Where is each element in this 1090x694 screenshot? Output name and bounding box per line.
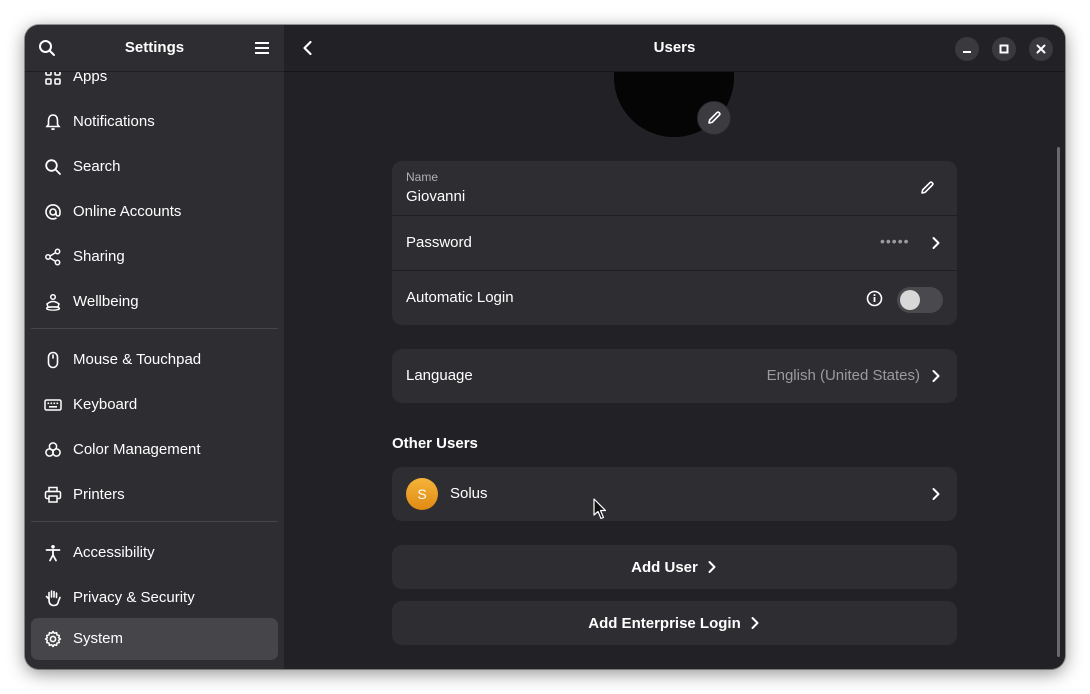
sidebar-item-printers[interactable]: Printers — [31, 474, 278, 516]
apps-icon — [45, 72, 61, 85]
sidebar-item-accessibility[interactable]: Accessibility — [31, 532, 278, 574]
sidebar-item-label: Printers — [73, 486, 125, 503]
add-user-button[interactable]: Add User — [392, 545, 957, 589]
gear-icon — [44, 630, 62, 648]
keyboard-icon — [44, 399, 62, 411]
chevron-right-icon — [932, 488, 940, 500]
user-row[interactable]: S Solus — [392, 467, 957, 521]
sidebar-item-apps[interactable]: Apps — [31, 72, 278, 98]
wellbeing-icon — [45, 293, 61, 311]
close-button[interactable] — [1029, 37, 1053, 61]
sidebar-item-wellbeing[interactable]: Wellbeing — [31, 281, 278, 323]
sidebar-title: Settings — [124, 39, 185, 56]
close-icon — [1036, 44, 1046, 54]
name-label: Name — [406, 170, 439, 184]
sidebar-item-system[interactable]: System — [31, 618, 278, 660]
printer-icon — [44, 486, 62, 503]
password-dots: ••••• — [880, 233, 910, 249]
name-value: Giovanni — [406, 188, 466, 205]
avatar-edit-button[interactable] — [697, 101, 731, 135]
password-row[interactable]: Password ••••• — [392, 216, 957, 270]
language-card[interactable]: Language English (United States) — [392, 349, 957, 403]
toggle-knob — [900, 290, 920, 310]
sidebar-item-privacy-security[interactable]: Privacy & Security — [31, 577, 278, 619]
language-value: English (United States) — [766, 367, 920, 384]
chevron-right-icon — [708, 561, 716, 573]
sidebar-separator — [31, 521, 278, 522]
sidebar-item-label: Sharing — [73, 248, 125, 265]
sidebar-item-color-management[interactable]: Color Management — [31, 429, 278, 471]
settings-window: Settings Apps Notifications Search Onlin… — [25, 25, 1065, 669]
sidebar-item-search[interactable]: Search — [31, 146, 278, 188]
chevron-right-icon — [751, 617, 759, 629]
chevron-right-icon — [932, 237, 940, 249]
name-row[interactable]: Name Giovanni — [392, 161, 957, 215]
pencil-icon[interactable] — [919, 180, 935, 196]
hamburger-menu-icon[interactable] — [253, 39, 271, 57]
accessibility-icon — [45, 545, 61, 562]
color-icon — [45, 442, 61, 457]
at-icon — [45, 204, 61, 220]
sidebar-item-online-accounts[interactable]: Online Accounts — [31, 191, 278, 233]
content-pane: Users Name Giovanni Password ••••• Autom… — [284, 25, 1065, 669]
hand-icon — [45, 590, 61, 607]
sidebar-item-sharing[interactable]: Sharing — [31, 236, 278, 278]
sidebar-item-label: Mouse & Touchpad — [73, 351, 202, 368]
automatic-login-toggle[interactable] — [897, 287, 943, 313]
sidebar-item-label: Accessibility — [73, 544, 155, 561]
search-icon — [45, 159, 61, 175]
sidebar-item-label: Apps — [73, 72, 108, 85]
sidebar-item-label: Search — [73, 158, 121, 175]
maximize-icon — [999, 44, 1009, 54]
content-header: Users — [284, 25, 1065, 72]
info-icon[interactable] — [866, 290, 883, 307]
sidebar-item-label: Online Accounts — [73, 203, 182, 220]
pencil-icon — [708, 111, 721, 124]
chevron-right-icon — [932, 370, 940, 382]
mouse-icon — [47, 351, 59, 369]
sidebar-list: Apps Notifications Search Online Account… — [25, 72, 284, 669]
automatic-login-row: Automatic Login — [392, 271, 957, 325]
sidebar-item-label: Keyboard — [73, 396, 138, 413]
password-label: Password — [406, 234, 472, 251]
sidebar-item-keyboard[interactable]: Keyboard — [31, 384, 278, 426]
sidebar-header: Settings — [25, 25, 284, 72]
other-users-heading: Other Users — [392, 435, 478, 452]
avatar: S — [406, 478, 438, 510]
sidebar-item-label: Color Management — [73, 441, 201, 458]
bell-icon — [45, 114, 61, 131]
language-row[interactable]: Language English (United States) — [392, 349, 957, 403]
sidebar-item-label: System — [73, 630, 124, 647]
add-enterprise-login-label: Add Enterprise Login — [588, 614, 741, 632]
sidebar-item-mouse-touchpad[interactable]: Mouse & Touchpad — [31, 339, 278, 381]
scrollbar[interactable] — [1057, 147, 1060, 657]
other-users-card[interactable]: S Solus — [392, 467, 957, 521]
minimize-button[interactable] — [955, 37, 979, 61]
minimize-icon — [963, 51, 971, 53]
mouse-cursor-icon — [593, 498, 607, 520]
add-enterprise-login-button[interactable]: Add Enterprise Login — [392, 601, 957, 645]
automatic-login-label: Automatic Login — [406, 289, 514, 306]
language-label: Language — [406, 367, 473, 384]
sidebar-item-label: Privacy & Security — [73, 589, 195, 606]
sidebar-item-label: Notifications — [73, 113, 155, 130]
share-icon — [45, 248, 61, 266]
sidebar: Settings Apps Notifications Search Onlin… — [25, 25, 284, 669]
add-user-label: Add User — [631, 558, 698, 576]
sidebar-item-notifications[interactable]: Notifications — [31, 101, 278, 143]
user-name: Solus — [450, 485, 488, 502]
page-title: Users — [653, 39, 696, 56]
sidebar-separator — [31, 328, 278, 329]
sidebar-item-label: Wellbeing — [73, 293, 139, 310]
account-card: Name Giovanni Password ••••• Automatic L… — [392, 161, 957, 325]
maximize-button[interactable] — [992, 37, 1016, 61]
